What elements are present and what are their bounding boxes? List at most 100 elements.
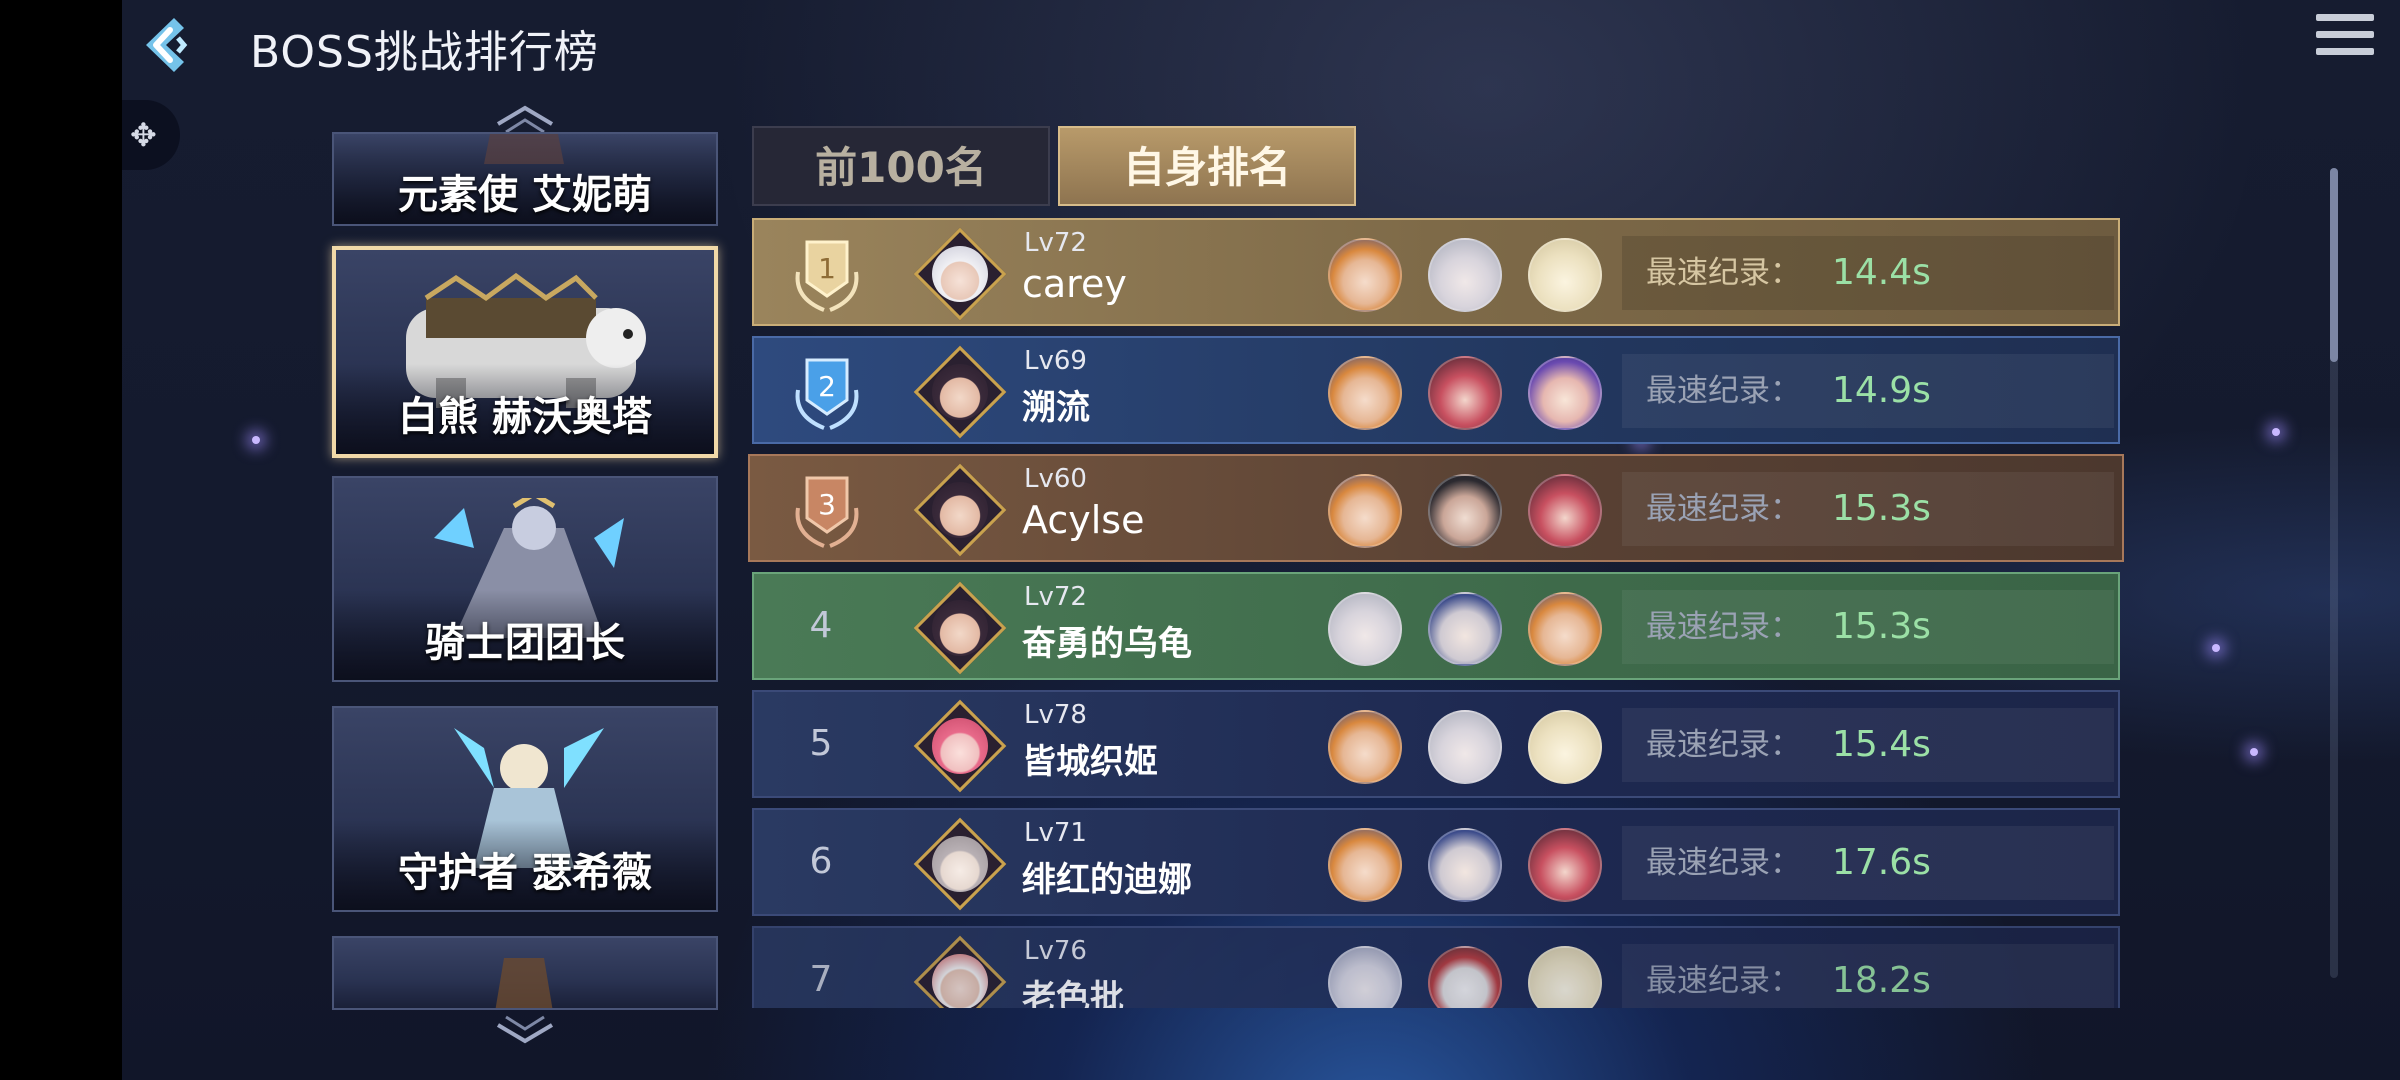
player-avatar[interactable] (913, 817, 1007, 911)
bronze-medal-icon: 3 (795, 476, 859, 548)
tab-top-100[interactable]: 前100名 (752, 126, 1050, 206)
boss-card-white-bear[interactable]: 白熊 赫沃奥塔 (332, 246, 718, 458)
hero-avatar[interactable] (1428, 474, 1502, 548)
back-button[interactable] (132, 10, 202, 80)
record-time: 17.6s (1832, 842, 1931, 883)
hero-avatar[interactable] (1328, 238, 1402, 312)
page-title: BOSS挑战排行榜 (250, 27, 599, 78)
hero-avatar[interactable] (1528, 592, 1602, 666)
record-label: 最速纪录： (1646, 609, 1801, 645)
player-avatar[interactable] (913, 581, 1007, 675)
player-avatar[interactable] (913, 345, 1007, 439)
record-label: 最速纪录： (1646, 255, 1801, 291)
star-sparkle (252, 436, 260, 444)
team-lineup (1328, 238, 1618, 314)
rank-number: 7 (809, 959, 833, 1000)
hero-avatar[interactable] (1528, 356, 1602, 430)
team-lineup (1328, 356, 1618, 432)
rank-number: 5 (809, 723, 833, 764)
fastest-record: 最速纪录： 15.3s (1622, 590, 2114, 664)
hero-avatar[interactable] (1328, 710, 1402, 784)
boss-name: 守护者 瑟希薇 (398, 850, 652, 896)
player-avatar[interactable] (913, 227, 1007, 321)
menu-button[interactable] (2316, 14, 2374, 66)
ranking-row[interactable]: 2 Lv69 溯流 最速纪录： 14.9s (752, 336, 2120, 444)
hero-avatar[interactable] (1328, 474, 1402, 548)
player-level: Lv71 (1024, 818, 1087, 848)
rank-number: 6 (809, 841, 833, 882)
chevron-down-icon[interactable] (490, 1015, 560, 1049)
boss-name: 元素使 艾妮萌 (398, 172, 652, 218)
hero-avatar[interactable] (1328, 592, 1402, 666)
boss-card-knight-captain[interactable]: 骑士团团长 (332, 476, 718, 682)
boss-portrait (495, 958, 553, 1008)
gold-medal-icon: 1 (795, 240, 859, 312)
hero-avatar[interactable] (1328, 946, 1402, 1008)
ranking-row[interactable]: 5 Lv78 皆城织姬 最速纪录： 15.4s (752, 690, 2120, 798)
rank-number: 2 (818, 370, 836, 403)
player-level: Lv60 (1024, 464, 1087, 494)
hero-avatar[interactable] (1528, 238, 1602, 312)
team-lineup (1328, 828, 1618, 904)
boss-card-next[interactable] (332, 936, 718, 1010)
ranking-row[interactable]: 7 Lv76 老色批 最速纪录： 18.2s (752, 926, 2120, 1008)
player-avatar[interactable] (913, 935, 1007, 1008)
hero-avatar[interactable] (1428, 828, 1502, 902)
fastest-record: 最速纪录： 14.4s (1622, 236, 2114, 310)
chevron-up-icon[interactable] (490, 100, 560, 134)
player-name: 皆城织姬 (1022, 742, 1158, 782)
hero-avatar[interactable] (1528, 710, 1602, 784)
rank-number: 4 (809, 605, 833, 646)
player-level: Lv78 (1024, 700, 1087, 730)
record-time: 15.3s (1832, 488, 1931, 529)
hero-avatar[interactable] (1328, 828, 1402, 902)
ranking-row[interactable]: 3 Lv60 Acylse 最速纪录： 15.3s (748, 454, 2124, 562)
record-label: 最速纪录： (1646, 963, 1801, 999)
player-name: 老色批 (1022, 978, 1124, 1008)
ranking-row[interactable]: 6 Lv71 绯红的迪娜 最速纪录： 17.6s (752, 808, 2120, 916)
player-name: 绯红的迪娜 (1022, 860, 1192, 900)
ranking-row[interactable]: 1 Lv72 carey 最速纪录： 14.4s (752, 218, 2120, 326)
fastest-record: 最速纪录： 17.6s (1622, 826, 2114, 900)
hero-avatar[interactable] (1428, 356, 1502, 430)
hamburger-menu-icon (2316, 14, 2374, 21)
player-level: Lv72 (1024, 582, 1087, 612)
hero-avatar[interactable] (1428, 592, 1502, 666)
hero-avatar[interactable] (1428, 238, 1502, 312)
player-level: Lv72 (1024, 228, 1087, 258)
hero-avatar[interactable] (1528, 474, 1602, 548)
record-label: 最速纪录： (1646, 845, 1801, 881)
player-level: Lv76 (1024, 936, 1087, 966)
boss-name: 骑士团团长 (425, 620, 625, 666)
scrollbar-thumb[interactable] (2330, 168, 2338, 362)
star-sparkle (2212, 644, 2220, 652)
silver-medal-icon: 2 (795, 358, 859, 430)
player-avatar[interactable] (913, 463, 1007, 557)
record-time: 15.4s (1832, 724, 1931, 765)
hero-avatar[interactable] (1428, 946, 1502, 1008)
fastest-record: 最速纪录： 15.3s (1622, 472, 2114, 546)
team-lineup (1328, 592, 1618, 668)
record-label: 最速纪录： (1646, 491, 1801, 527)
record-label: 最速纪录： (1646, 727, 1801, 763)
record-time: 18.2s (1832, 960, 1931, 1001)
hero-avatar[interactable] (1528, 946, 1602, 1008)
back-chevron-icon (146, 18, 188, 72)
player-avatar[interactable] (913, 699, 1007, 793)
record-time: 14.9s (1832, 370, 1931, 411)
hero-avatar[interactable] (1428, 710, 1502, 784)
player-name: 溯流 (1022, 388, 1090, 428)
fastest-record: 最速纪录： 14.9s (1622, 354, 2114, 428)
boss-card-element-mage[interactable]: 元素使 艾妮萌 (332, 132, 718, 226)
ranking-row-self[interactable]: 4 Lv72 奋勇的乌龟 最速纪录： 15.3s (752, 572, 2120, 680)
puzzle-icon: ✥ (130, 116, 157, 154)
player-name: carey (1022, 262, 1127, 306)
record-time: 15.3s (1832, 606, 1931, 647)
tab-self-ranking[interactable]: 自身排名 (1058, 126, 1356, 206)
hamburger-menu-icon (2316, 31, 2374, 38)
hero-avatar[interactable] (1528, 828, 1602, 902)
hero-avatar[interactable] (1328, 356, 1402, 430)
boss-list: 元素使 艾妮萌 白熊 赫沃奥塔 骑士团团长 守护者 瑟希薇 (330, 100, 722, 1060)
boss-card-guardian[interactable]: 守护者 瑟希薇 (332, 706, 718, 912)
fastest-record: 最速纪录： 15.4s (1622, 708, 2114, 782)
